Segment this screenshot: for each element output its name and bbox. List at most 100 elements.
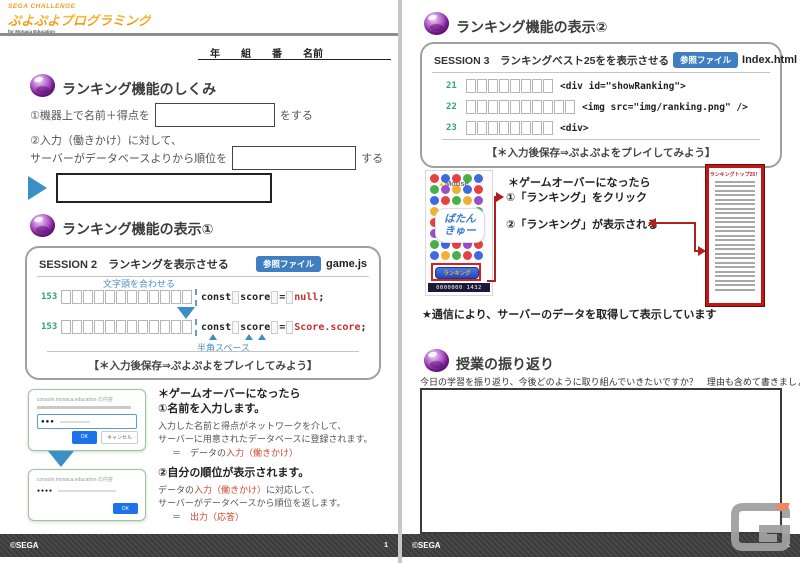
new-value-token: Score.score (294, 321, 361, 333)
message-bar (58, 490, 117, 492)
step2-equation: ＝ 出力（応答） (172, 511, 346, 525)
alignment-guide-line (195, 318, 197, 336)
var-token: score (240, 321, 271, 333)
puyo-section-icon (30, 214, 55, 237)
question-row-1: ①機器上で名前＋得点を をする (30, 103, 313, 127)
code-blank-boxes[interactable] (466, 119, 554, 137)
code-blank-boxes[interactable] (466, 98, 576, 116)
code-blank-boxes[interactable] (466, 77, 554, 95)
batankyu-line1: ばたん (444, 212, 476, 225)
reference-file-badge: 参照ファイル (673, 52, 739, 68)
game-screenshot: ▲Mouse ばたん きゅー ランキング 0000000 1432 (425, 170, 493, 296)
ok-button[interactable]: OK (71, 431, 97, 444)
step2-heading: ②自分の順位が表示されます。 (158, 467, 310, 479)
step2-desc-red: 入力（働きかけ） (194, 484, 267, 495)
q1-prefix: ①機器上で名前＋得点を (30, 110, 150, 122)
name-input[interactable]: ●●● (37, 414, 137, 429)
section-title-display2: ランキング機能の表示② (456, 19, 608, 35)
step2-desc-line2: サーバーがデータベースから順位を返します。 (158, 498, 346, 509)
ranking-button-highlight: ランキング (431, 263, 481, 281)
connector-line (494, 196, 496, 282)
copyright: ©SEGA (412, 541, 441, 550)
answer-box-1[interactable] (154, 103, 275, 127)
halfwidth-space-label: 半角スペース (197, 343, 250, 353)
name-label: 名前 (303, 49, 323, 60)
number-label: 番 (272, 49, 282, 60)
score-digits: 0000000 1432 (428, 283, 490, 292)
file-name: game.js (326, 258, 367, 270)
space-token (232, 290, 240, 304)
code-line-22: 22 <img src="img/ranking.png" /> (446, 98, 748, 116)
kw-token: const (201, 291, 232, 303)
ok-button[interactable]: OK (112, 503, 138, 514)
step1-desc-line2: サーバーに用意されたデータベースに登録されます。 (158, 434, 373, 445)
line-number: 153 (41, 292, 58, 302)
dialog-buttons: OK キャンセル (71, 431, 138, 444)
space-token (286, 290, 294, 304)
worksheet-spread: SEGA CHALLENGE ぷよぷよプログラミング for Monaca Ed… (0, 0, 800, 563)
ranking-title: ランキングトップ25！ (709, 172, 761, 178)
eq-red-term: 入力（働きかけ） (226, 447, 299, 458)
arrowhead-icon (698, 246, 706, 256)
message-dots: ●●●● (37, 488, 54, 494)
sponsor-logo: ▲Mouse (438, 179, 469, 188)
placeholder-bar (59, 420, 90, 423)
code-blank-boxes[interactable] (61, 288, 193, 306)
ranking-top25-panel: ランキングトップ25！ (706, 165, 764, 306)
card-divider (442, 139, 760, 140)
q1-suffix: をする (279, 110, 313, 122)
connector-line (656, 222, 696, 224)
arrowhead-icon (648, 218, 656, 228)
step2-text-block: ②自分の順位が表示されます。 データの入力（働きかけ）に対応して、 サーバーがデ… (158, 466, 346, 524)
page-2: ランキング機能の表示② SESSION 3 ランキングベスト25をを表示させる … (402, 0, 800, 563)
answer-box-3[interactable] (56, 173, 272, 203)
session2-card: SESSION 2 ランキングを表示させる 参照ファイル game.js 文字頭… (25, 246, 381, 380)
eq-prefix: ＝ (172, 511, 191, 522)
dialog-message-bar (37, 406, 131, 409)
file-name: Index.html (742, 54, 798, 66)
summary-row (28, 173, 272, 203)
code-text: const score = Score.score; (201, 320, 367, 334)
line-number: 22 (446, 102, 457, 112)
kw-token: const (201, 321, 232, 333)
dialog-message: ●●●● (37, 488, 137, 494)
ranking-button[interactable]: ランキング (435, 267, 479, 279)
space-token (232, 320, 240, 334)
copyright: ©SEGA (10, 541, 39, 550)
line-number: 21 (446, 81, 457, 91)
q2-suffix: する (361, 153, 384, 165)
section-title-mechanism: ランキング機能のしくみ (62, 81, 217, 97)
footer-bar: ©SEGA 1 (0, 534, 398, 557)
section-title-reflection: 授業の振り返り (456, 356, 554, 372)
cancel-button[interactable]: キャンセル (100, 431, 138, 444)
code-line-23: 23 <div> (446, 119, 589, 137)
batankyu-line2: きゅー (444, 224, 476, 237)
session2-title: SESSION 2 ランキングを表示させる (39, 259, 229, 271)
arrowhead-icon (496, 192, 504, 202)
card-divider (432, 72, 770, 73)
line-number: 23 (446, 123, 457, 133)
code-line-old: 153 const score = null; (41, 288, 324, 306)
name-header-labels: 年 組 番 名前 (210, 45, 344, 60)
card-divider (47, 351, 359, 352)
browser-alert-dialog: console.monaca.education の内容 ●●●● OK (28, 469, 146, 521)
code-blank-boxes[interactable] (61, 318, 193, 336)
step1-desc-line1: 入力した名前と得点がネットワークを介して、 (158, 420, 347, 431)
answer-box-2[interactable] (232, 146, 357, 170)
puyo-section-icon (30, 74, 55, 97)
click-ranking-step: ①「ランキング」をクリック (506, 192, 647, 204)
eq-token: = (279, 291, 286, 303)
section-title-display1: ランキング機能の表示① (62, 221, 214, 237)
reflection-answer-box[interactable] (420, 388, 782, 534)
step1-desc: 入力した名前と得点がネットワークを介して、 サーバーに用意されたデータベースに登… (158, 420, 373, 447)
reference-file-badge: 参照ファイル (256, 256, 322, 272)
step1-heading: ①名前を入力します。 (158, 402, 266, 415)
eq-token: = (279, 321, 286, 333)
semicolon-token: ; (360, 321, 367, 333)
line-number: 153 (41, 322, 58, 332)
ranking-entries (709, 180, 761, 291)
connector-line (487, 280, 496, 282)
session3-title: SESSION 3 ランキングベスト25をを表示させる (434, 54, 670, 67)
play-note: 【＊入力後保存⇒ぷよぷよをプレイしてみよう】 (486, 147, 716, 159)
name-field-underline[interactable] (198, 59, 391, 60)
